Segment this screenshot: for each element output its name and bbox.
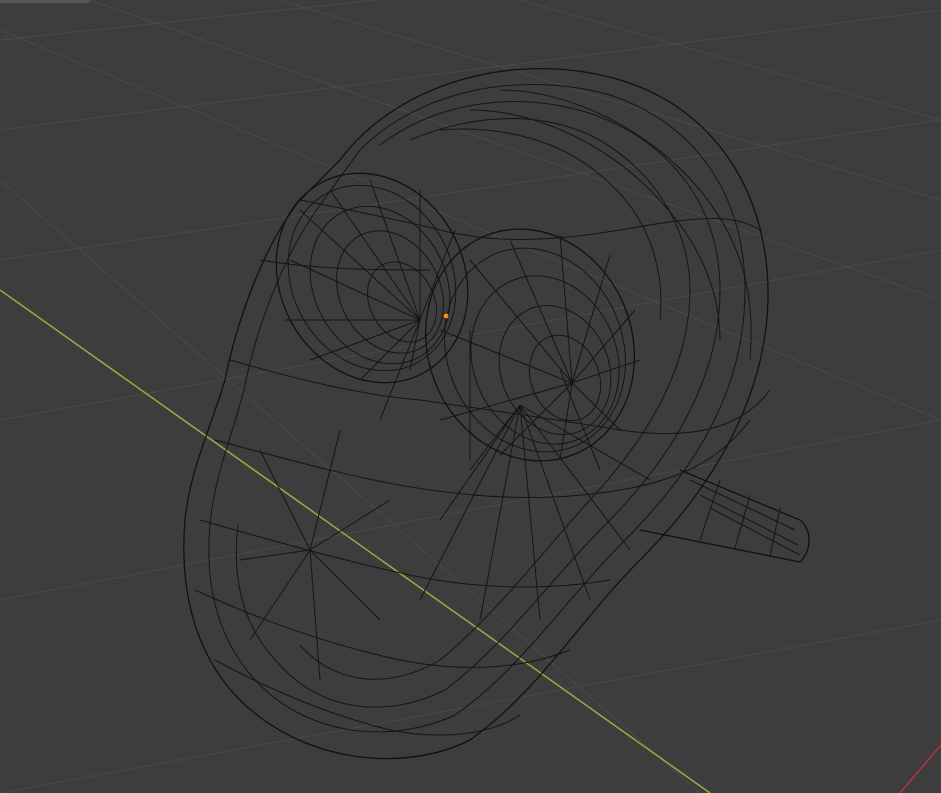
y-axis-line xyxy=(899,744,941,793)
viewport-canvas xyxy=(0,0,941,793)
head-wireframe xyxy=(183,67,771,760)
right-eye-wireframe xyxy=(424,228,641,462)
side-nozzle-wireframe xyxy=(639,469,810,563)
object-origin-marker[interactable] xyxy=(442,312,450,320)
3d-viewport[interactable] xyxy=(0,0,941,793)
